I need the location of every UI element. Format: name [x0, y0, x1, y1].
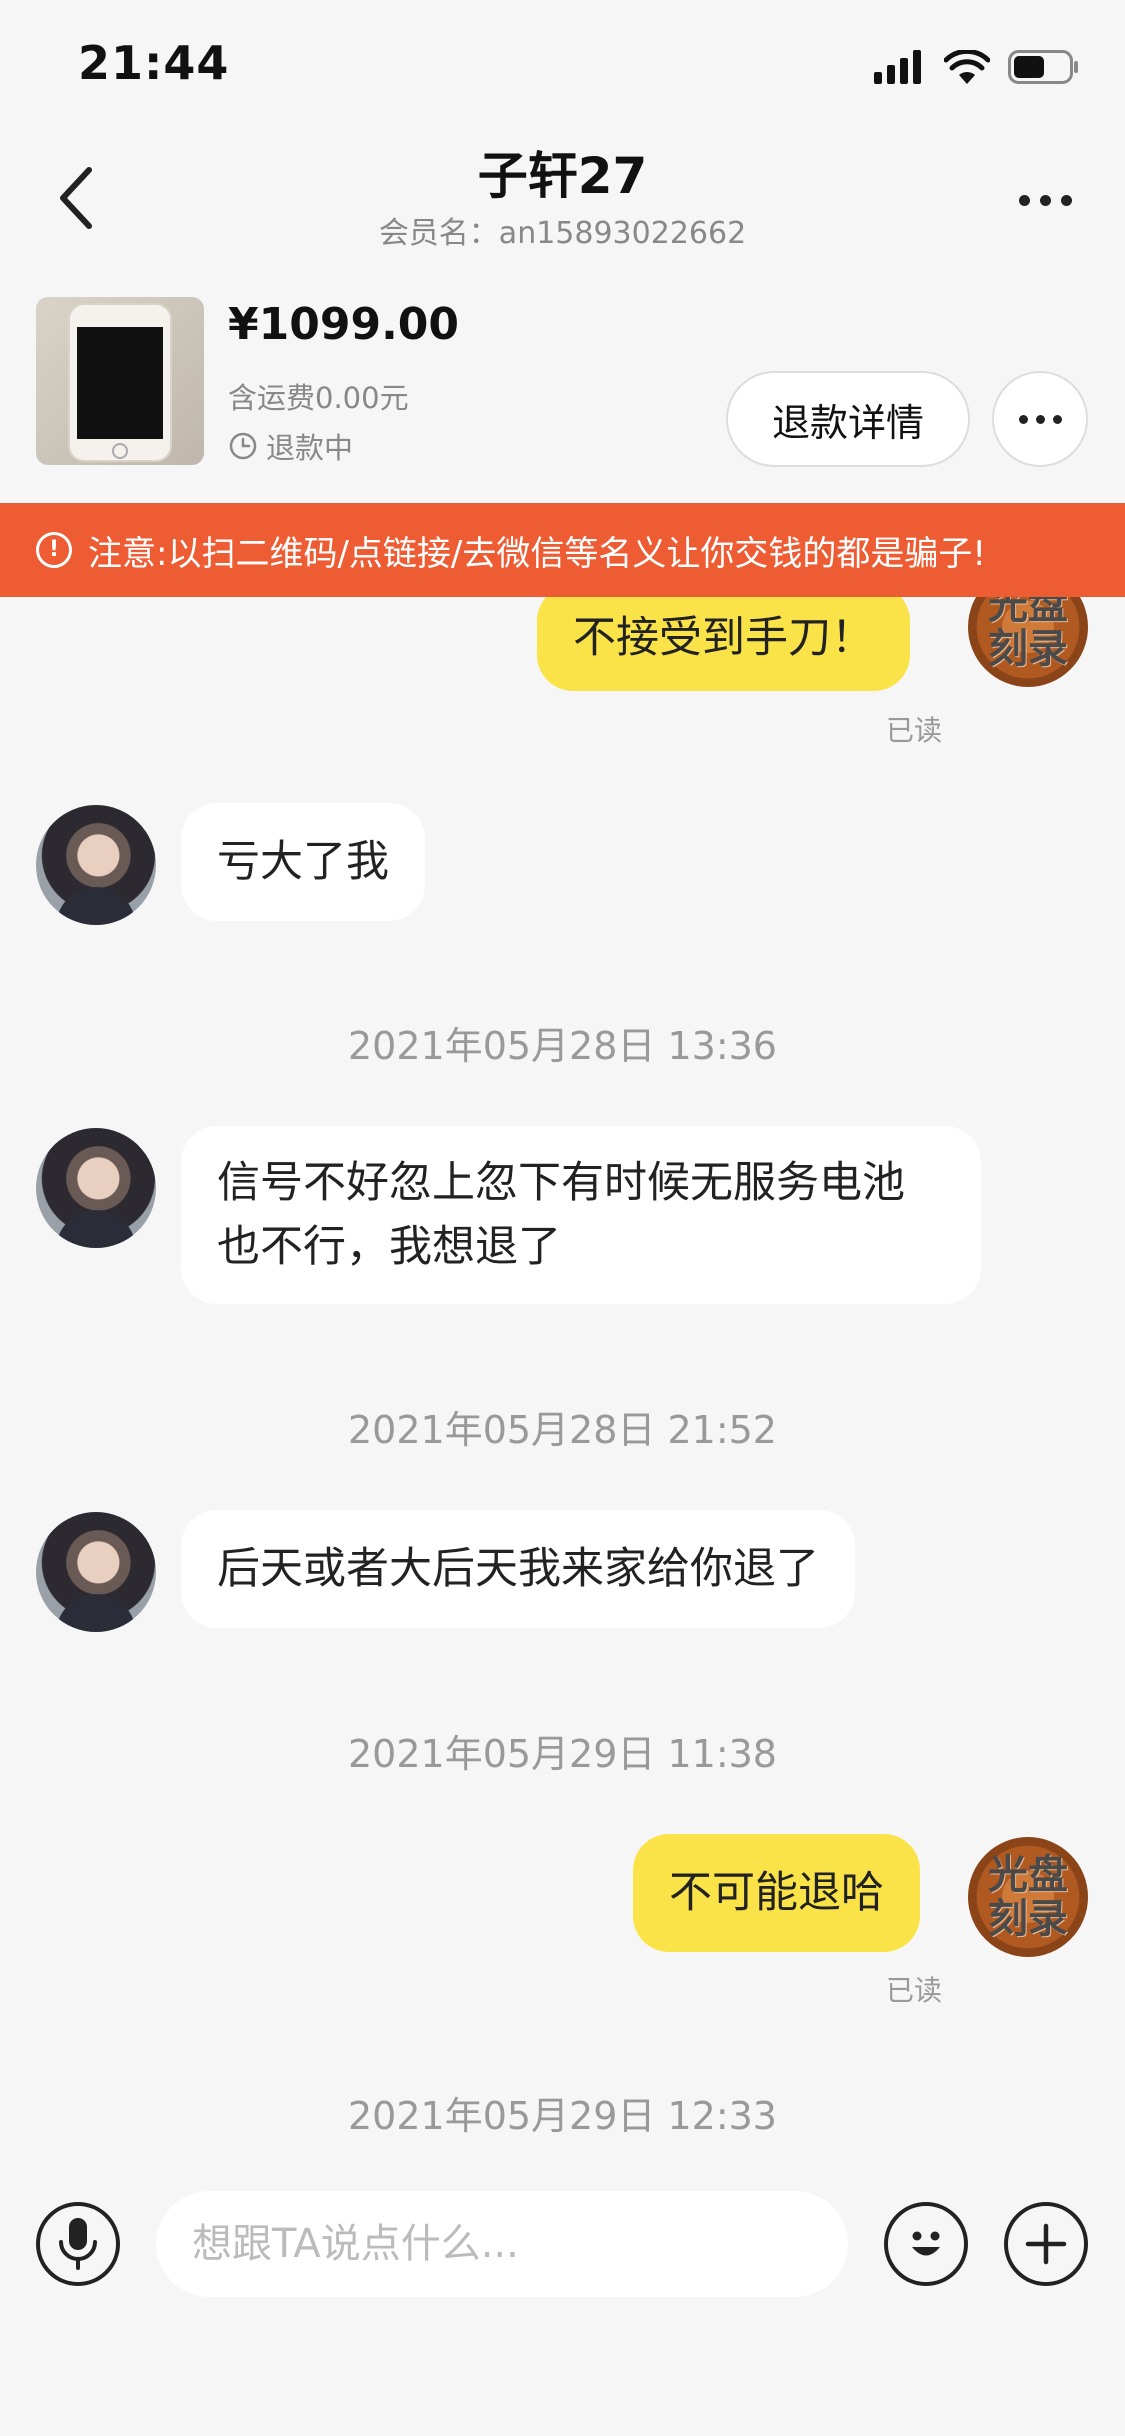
status-time: 21:44 [78, 36, 230, 90]
more-dot-icon [1039, 194, 1051, 206]
contact-avatar[interactable] [36, 1128, 156, 1248]
emoji-icon [912, 2231, 940, 2256]
status-icons [874, 50, 1080, 84]
refund-details-button[interactable]: 退款详情 [726, 371, 970, 467]
read-receipt: 已读 [886, 714, 943, 747]
contact-avatar[interactable] [36, 805, 156, 925]
chat-header: 子轩27 会员名：an15893022662 [0, 130, 1125, 270]
member-name: 会员名：an15893022662 [378, 216, 747, 251]
product-price: ¥1099.00 [228, 299, 460, 350]
input-bar [0, 2157, 1125, 2436]
avatar-text: 光盘 [988, 597, 1068, 628]
product-card: ¥1099.00 含运费0.00元 退款中 退款详情 [0, 285, 1125, 485]
shipping-fee: 含运费0.00元 [228, 381, 409, 415]
voice-button[interactable] [36, 2202, 120, 2286]
product-more-button[interactable] [992, 371, 1088, 467]
scam-warning-banner: ! 注意:以扫二维码/点链接/去微信等名义让你交钱的都是骗子! [0, 503, 1125, 597]
my-avatar[interactable]: 光盘 刻录 [968, 1837, 1088, 1957]
plus-icon [1025, 2223, 1067, 2265]
contact-avatar[interactable] [36, 1512, 156, 1632]
avatar-text: 光盘 [988, 1851, 1068, 1898]
more-dot-icon [1018, 414, 1028, 424]
add-attachment-button[interactable] [1004, 2202, 1088, 2286]
timestamp: 2021年05月29日 11:38 [347, 1732, 777, 1776]
battery-icon [1008, 50, 1078, 84]
my-avatar[interactable]: 光盘 刻录 [968, 597, 1088, 687]
read-receipt: 已读 [886, 1974, 943, 2007]
message-bubble-outgoing[interactable]: 不接受到手刀！ [537, 597, 910, 691]
avatar-text: 刻录 [988, 1895, 1068, 1942]
message-bubble-incoming[interactable]: 后天或者大后天我来家给你退了 [181, 1510, 855, 1628]
timestamp: 2021年05月28日 13:36 [347, 1024, 777, 1068]
exclamation-icon: ! [36, 532, 72, 568]
page-title: 子轩27 [477, 147, 648, 205]
signal-icon [874, 50, 921, 84]
phone-home-button [112, 443, 128, 459]
warning-text: 注意:以扫二维码/点链接/去微信等名义让你交钱的都是骗子! [88, 533, 986, 574]
message-input[interactable] [156, 2191, 848, 2297]
more-dot-icon [1018, 194, 1030, 206]
avatar-text: 刻录 [988, 625, 1068, 672]
timestamp: 2021年05月29日 12:33 [347, 2094, 777, 2138]
timestamp: 2021年05月28日 21:52 [347, 1408, 777, 1452]
more-dot-icon [1060, 194, 1072, 206]
message-bubble-incoming[interactable]: 信号不好忽上忽下有时候无服务电池也不行，我想退了 [181, 1126, 981, 1304]
product-image[interactable] [36, 297, 204, 465]
more-dot-icon [1035, 414, 1045, 424]
message-bubble-outgoing[interactable]: 不可能退哈 [633, 1834, 920, 1952]
phone-image [70, 305, 170, 460]
wifi-icon [944, 50, 990, 84]
microphone-icon [59, 2218, 97, 2270]
refund-status: 退款中 [228, 425, 353, 467]
more-options-button[interactable] [1005, 170, 1085, 230]
emoji-button[interactable] [884, 2202, 968, 2286]
more-dot-icon [1052, 414, 1062, 424]
clock-icon [229, 432, 257, 460]
status-bar: 21:44 [0, 0, 1125, 130]
phone-screen [77, 327, 163, 439]
message-list[interactable]: 不接受到手刀！ 光盘 刻录 已读 亏大了我 2021年05月28日 13:36 … [0, 597, 1125, 2157]
message-bubble-incoming[interactable]: 亏大了我 [181, 803, 425, 921]
refund-status-label: 退款中 [266, 431, 354, 465]
